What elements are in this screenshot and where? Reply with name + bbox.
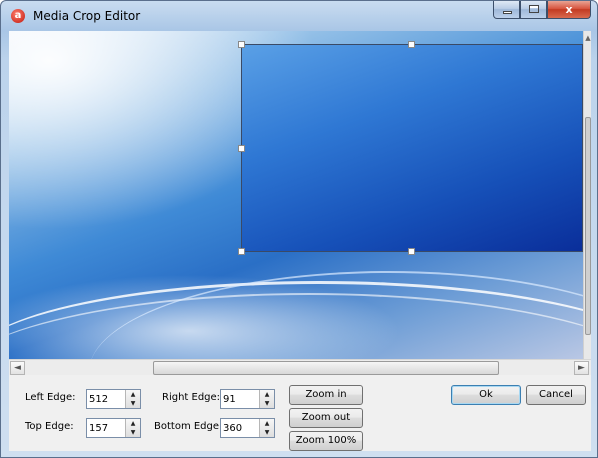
crop-controls-panel: Left Edge: ▲ ▼ Top Edge: ▲ ▼ Right Edge: xyxy=(9,375,591,451)
vertical-scrollbar[interactable]: ▲ xyxy=(583,31,591,359)
bottom-edge-label: Bottom Edge: xyxy=(154,421,223,432)
minimize-icon xyxy=(503,11,512,14)
crop-handle-middle-left[interactable] xyxy=(238,145,245,152)
zoom-in-button[interactable]: Zoom in xyxy=(289,385,363,405)
ok-button[interactable]: Ok xyxy=(451,385,521,405)
maximize-icon xyxy=(529,5,539,13)
horizontal-scrollbar[interactable]: ◄ ► xyxy=(9,359,591,375)
spin-up-icon[interactable]: ▲ xyxy=(260,419,274,428)
right-edge-spinner[interactable]: ▲ ▼ xyxy=(220,389,275,409)
image-viewport[interactable] xyxy=(9,31,583,359)
media-crop-editor-window: a Media Crop Editor x ▲ ◄ ► Left Edge: 5… xyxy=(0,0,598,458)
bottom-edge-spin-arrows[interactable]: ▲ ▼ xyxy=(259,419,274,437)
crop-rectangle[interactable] xyxy=(238,41,583,255)
background-swoosh xyxy=(89,271,583,359)
crop-handle-top-middle[interactable] xyxy=(408,41,415,48)
spin-down-icon[interactable]: ▼ xyxy=(126,428,140,437)
zoom-out-button[interactable]: Zoom out xyxy=(289,408,363,428)
zoom-100-button[interactable]: Zoom 100% xyxy=(289,431,363,451)
right-edge-spin-arrows[interactable]: ▲ ▼ xyxy=(259,390,274,408)
maximize-button[interactable] xyxy=(520,1,547,19)
left-edge-input[interactable] xyxy=(87,390,127,408)
left-edge-label: Left Edge: xyxy=(25,392,76,403)
spin-up-icon[interactable]: ▲ xyxy=(126,419,140,428)
scroll-left-icon[interactable]: ◄ xyxy=(10,361,25,375)
title-bar[interactable]: a Media Crop Editor x xyxy=(1,1,597,31)
bottom-edge-input[interactable] xyxy=(221,419,261,437)
top-edge-spin-arrows[interactable]: ▲ ▼ xyxy=(125,419,140,437)
spin-up-icon[interactable]: ▲ xyxy=(126,390,140,399)
bottom-edge-spinner[interactable]: ▲ ▼ xyxy=(220,418,275,438)
spin-up-icon[interactable]: ▲ xyxy=(260,390,274,399)
horizontal-scroll-thumb[interactable] xyxy=(153,361,499,375)
left-edge-spin-arrows[interactable]: ▲ ▼ xyxy=(125,390,140,408)
spin-down-icon[interactable]: ▼ xyxy=(260,428,274,437)
window-title: Media Crop Editor xyxy=(33,9,141,23)
right-edge-label: Right Edge: xyxy=(162,392,221,403)
top-edge-spinner[interactable]: ▲ ▼ xyxy=(86,418,141,438)
client-area: ▲ ◄ ► Left Edge: ▲ ▼ Top Edge: xyxy=(9,31,591,451)
scroll-right-icon[interactable]: ► xyxy=(574,361,589,375)
top-edge-label: Top Edge: xyxy=(25,421,74,432)
vertical-scroll-thumb[interactable] xyxy=(585,117,591,335)
crop-handle-bottom-middle[interactable] xyxy=(408,248,415,255)
top-edge-input[interactable] xyxy=(87,419,127,437)
spin-down-icon[interactable]: ▼ xyxy=(260,399,274,408)
crop-handle-top-left[interactable] xyxy=(238,41,245,48)
crop-handle-bottom-left[interactable] xyxy=(238,248,245,255)
cancel-button[interactable]: Cancel xyxy=(526,385,586,405)
minimize-button[interactable] xyxy=(493,1,520,19)
app-icon: a xyxy=(11,9,25,23)
left-edge-spinner[interactable]: ▲ ▼ xyxy=(86,389,141,409)
right-edge-input[interactable] xyxy=(221,390,261,408)
close-icon: x xyxy=(565,3,573,16)
close-button[interactable]: x xyxy=(547,1,591,19)
spin-down-icon[interactable]: ▼ xyxy=(126,399,140,408)
caption-buttons: x xyxy=(493,1,591,21)
scroll-up-icon[interactable]: ▲ xyxy=(584,31,592,45)
